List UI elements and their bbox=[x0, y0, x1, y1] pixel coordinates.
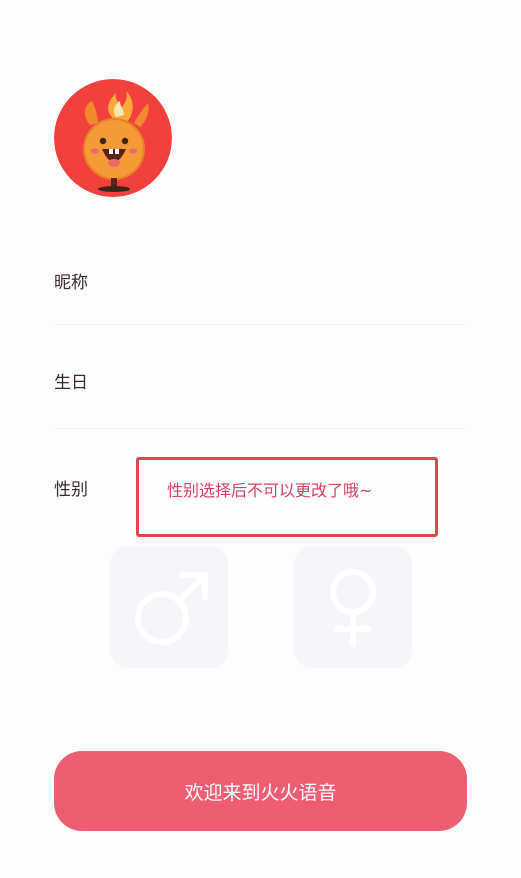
welcome-button-label: 欢迎来到火火语音 bbox=[184, 781, 337, 804]
gender-option-male[interactable] bbox=[110, 546, 228, 668]
flame-mascot-icon bbox=[54, 79, 172, 197]
gender-option-female[interactable] bbox=[294, 546, 412, 668]
birthday-label: 生日 bbox=[54, 373, 88, 393]
male-symbol-icon bbox=[135, 572, 208, 645]
nickname-input[interactable] bbox=[112, 266, 456, 300]
avatar[interactable] bbox=[54, 79, 172, 197]
nickname-divider bbox=[54, 324, 466, 325]
gender-tooltip: 性别选择后不可以更改了哦~ bbox=[136, 457, 438, 537]
female-symbol-icon bbox=[330, 569, 376, 647]
nickname-label: 昵称 bbox=[54, 273, 88, 293]
birthday-input[interactable] bbox=[112, 366, 456, 400]
gender-tooltip-text: 性别选择后不可以更改了哦~ bbox=[167, 481, 373, 500]
welcome-button[interactable]: 欢迎来到火火语音 bbox=[54, 751, 467, 831]
gender-label: 性别 bbox=[54, 480, 88, 500]
birthday-divider bbox=[54, 428, 466, 429]
